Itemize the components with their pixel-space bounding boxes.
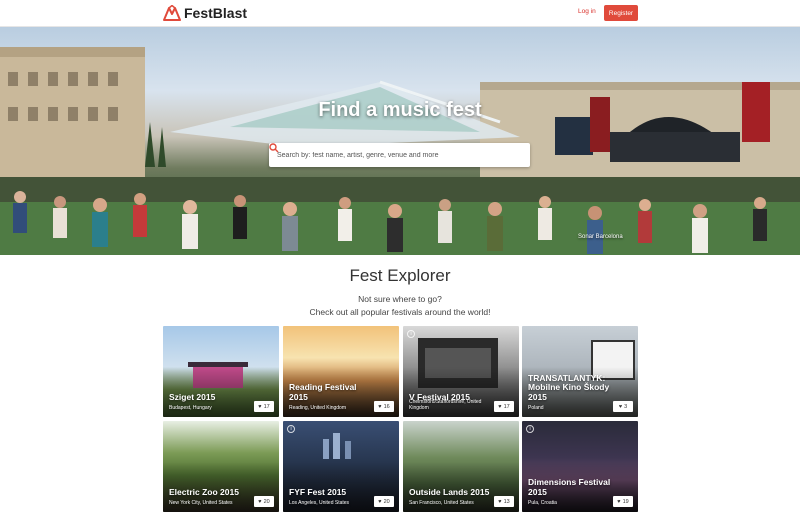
photo-credit: Sonar Barcelona [578, 234, 623, 240]
brand-name: FestBlast [184, 5, 248, 21]
search-icon [269, 143, 279, 153]
festival-card-reading[interactable]: Reading Festival 2015 Reading, United Ki… [283, 326, 399, 417]
section-subtitle-line2: Check out all popular festivals around t… [309, 307, 491, 317]
heart-icon: ♥ [498, 498, 502, 505]
festival-name: Sziget 2015 [169, 391, 216, 402]
heart-icon: ♥ [378, 498, 382, 505]
festival-grid: Sziget 2015 Budapest, Hungary ♥ 17 Readin… [163, 326, 638, 513]
festival-card-fyf[interactable]: i FYF Fest 2015 Los Angeles, United Stat… [283, 421, 399, 512]
like-button[interactable]: ♥ 19 [613, 496, 633, 507]
like-count: 17 [263, 403, 270, 410]
brand-logo[interactable]: FestBlast [163, 5, 247, 21]
festival-name: Electric Zoo 2015 [169, 486, 239, 497]
like-button[interactable]: ♥ 17 [494, 401, 514, 412]
hero-festival-photo [0, 47, 800, 255]
login-link[interactable]: Log in [578, 8, 596, 15]
search-input[interactable] [277, 151, 497, 159]
festblast-logo-icon [163, 5, 181, 21]
register-button[interactable]: Register [604, 5, 638, 21]
festival-name: TRANSATLANTYK: Mobilne Kino Škody 2015 [528, 372, 610, 402]
like-count: 20 [383, 498, 390, 505]
like-button[interactable]: ♥ 13 [494, 496, 514, 507]
festival-location: Budapest, Hungary [169, 405, 212, 411]
festival-name: Reading Festival 2015 [289, 382, 357, 402]
festival-card-electric-zoo[interactable]: Electric Zoo 2015 New York City, United … [163, 421, 279, 512]
festival-card-outside-lands[interactable]: Outside Lands 2015 San Francisco, United… [403, 421, 519, 512]
like-button[interactable]: ♥ 3 [613, 401, 633, 412]
like-count: 17 [503, 403, 510, 410]
like-count: 3 [624, 403, 628, 410]
info-icon[interactable]: i [287, 425, 295, 433]
festival-location: New York City, United States [169, 500, 233, 506]
heart-icon: ♥ [258, 498, 262, 505]
festival-name: Dimensions Festival 2015 [528, 477, 611, 497]
festival-card-sziget[interactable]: Sziget 2015 Budapest, Hungary ♥ 17 [163, 326, 279, 417]
festival-location: Pula, Croatia [528, 500, 557, 506]
like-button[interactable]: ♥ 20 [254, 496, 274, 507]
like-button[interactable]: ♥ 16 [374, 401, 394, 412]
section-title: Fest Explorer [349, 266, 451, 285]
heart-icon: ♥ [378, 403, 382, 410]
heart-icon: ♥ [258, 403, 262, 410]
like-count: 16 [383, 403, 390, 410]
like-button[interactable]: ♥ 20 [374, 496, 394, 507]
info-icon[interactable]: i [526, 425, 534, 433]
festival-card-v-festival[interactable]: i V Festival 2015 Chelmsford/Staffordshi… [403, 326, 519, 417]
search-bar[interactable] [269, 143, 530, 167]
heart-icon: ♥ [498, 403, 502, 410]
festival-card-transatlantyk[interactable]: TRANSATLANTYK: Mobilne Kino Škody 2015 P… [522, 326, 638, 417]
like-count: 19 [622, 498, 629, 505]
like-count: 13 [503, 498, 510, 505]
hero-title: Find a music fest [318, 99, 482, 121]
festival-location: Reading, United Kingdom [289, 405, 346, 411]
festival-name: Outside Lands 2015 [409, 486, 490, 497]
like-count: 20 [263, 498, 270, 505]
festival-card-dimensions[interactable]: i Dimensions Festival 2015 Pula, Croatia… [522, 421, 638, 512]
festival-location: Chelmsford/Staffordshire, United Kingdom [409, 399, 482, 411]
info-icon[interactable]: i [407, 330, 415, 338]
festival-location: San Francisco, United States [409, 500, 474, 506]
like-button[interactable]: ♥ 17 [254, 401, 274, 412]
festival-location: Poland [528, 405, 544, 411]
heart-icon: ♥ [618, 403, 623, 410]
festival-name: FYF Fest 2015 [289, 486, 347, 497]
section-subtitle-line1: Not sure where to go? [358, 294, 442, 304]
top-navbar: FestBlast Log in Register [0, 0, 800, 27]
heart-icon: ♥ [617, 498, 621, 505]
festival-location: Los Angeles, United States [289, 500, 350, 506]
hero-banner: Find a music fest Sonar Barcelona [0, 27, 800, 255]
